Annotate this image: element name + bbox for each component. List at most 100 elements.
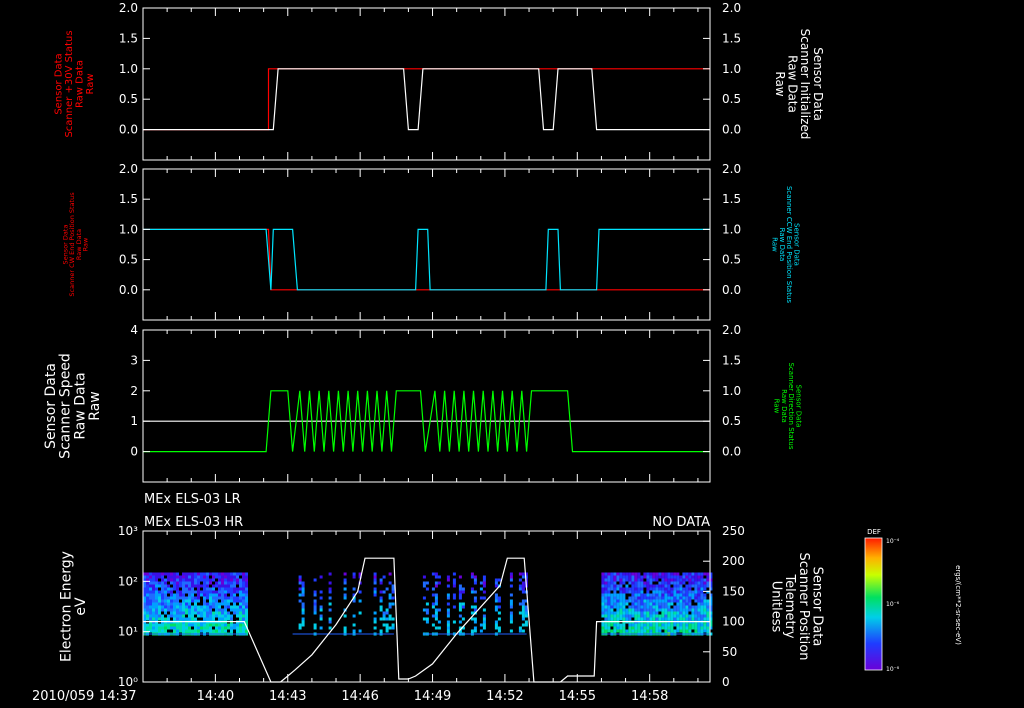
spectrogram-cell bbox=[637, 626, 641, 630]
spectrogram-cell bbox=[616, 614, 620, 618]
spectrogram-cell bbox=[194, 581, 197, 585]
spectrogram-cell bbox=[607, 590, 611, 594]
spectrogram-cell bbox=[616, 623, 620, 627]
spectrogram-cell bbox=[694, 608, 698, 612]
spectrogram-cell bbox=[494, 584, 498, 588]
spectrogram-cell bbox=[188, 629, 191, 633]
spectrogram-cell bbox=[200, 608, 203, 612]
no-data-label: NO DATA bbox=[652, 515, 710, 530]
right-axis-title-line: Raw bbox=[773, 71, 787, 96]
spectrogram-cell bbox=[197, 596, 200, 600]
spectrogram-cell bbox=[301, 608, 305, 612]
spectrogram-cell bbox=[679, 581, 683, 585]
spectrogram-cell bbox=[298, 599, 302, 603]
spectrogram-cell bbox=[164, 617, 167, 621]
spectrogram-cell bbox=[646, 587, 650, 591]
spectrogram-cell bbox=[452, 578, 456, 582]
spectrogram-cell bbox=[694, 584, 698, 588]
spectrogram-cell bbox=[661, 572, 665, 576]
spectrogram-cell bbox=[230, 593, 233, 597]
spectrogram-cell bbox=[446, 602, 450, 606]
spectrogram-cell bbox=[239, 614, 242, 618]
spectrogram-cell bbox=[452, 584, 456, 588]
spectrogram-cell bbox=[676, 599, 680, 603]
spectrogram-cell bbox=[640, 626, 644, 630]
spectrogram-cell bbox=[379, 629, 383, 633]
spectrogram-cell bbox=[227, 584, 230, 588]
spectrogram-cell bbox=[215, 584, 218, 588]
spectrogram-cell bbox=[176, 587, 179, 591]
spectrogram-cell bbox=[242, 608, 245, 612]
spectrogram-cell bbox=[628, 608, 632, 612]
spectrogram-cell bbox=[194, 605, 197, 609]
spectrogram-cell bbox=[664, 590, 668, 594]
spectrogram-cell bbox=[191, 617, 194, 621]
spectrogram-cell bbox=[431, 614, 435, 618]
spectrogram-cell bbox=[655, 611, 659, 615]
spectrogram-cell bbox=[631, 593, 635, 597]
spectrogram-cell bbox=[230, 581, 233, 585]
spectrogram-cell bbox=[164, 623, 167, 627]
spectrogram-cell bbox=[667, 629, 671, 633]
spectrogram-cell bbox=[649, 587, 653, 591]
panel-frame bbox=[142, 329, 711, 483]
spectrogram-cell bbox=[682, 629, 686, 633]
spectrogram-cell bbox=[652, 593, 656, 597]
spectrogram-cell bbox=[203, 626, 206, 630]
spectrogram-cell bbox=[203, 602, 206, 606]
spectrogram-cell bbox=[352, 587, 356, 591]
spectrogram-cell bbox=[197, 572, 200, 576]
spectrogram-cell bbox=[637, 599, 641, 603]
spectrogram-cell bbox=[221, 614, 224, 618]
spectrogram-cell bbox=[604, 587, 608, 591]
spectrogram-cell bbox=[667, 611, 671, 615]
spectrogram-cell bbox=[697, 572, 701, 576]
spectrogram-cell bbox=[664, 572, 668, 576]
spectrogram-cell bbox=[230, 614, 233, 618]
spectrogram-cell bbox=[155, 614, 158, 618]
spectrogram-cell bbox=[613, 605, 617, 609]
spectrogram-cell bbox=[673, 617, 677, 621]
spectrogram-cell bbox=[682, 587, 686, 591]
spectrogram-cell bbox=[676, 581, 680, 585]
spectrogram-cell bbox=[616, 578, 620, 582]
spectrogram-cell bbox=[434, 602, 438, 606]
spectrogram-cell bbox=[706, 611, 710, 615]
spectrogram-cell bbox=[373, 575, 377, 579]
spectrogram-cell bbox=[319, 596, 323, 600]
spectrogram-cell bbox=[688, 593, 692, 597]
spectrogram-cell bbox=[373, 581, 377, 585]
spectrogram-cell bbox=[185, 587, 188, 591]
spectrogram-cell bbox=[667, 617, 671, 621]
spectrogram-cell bbox=[706, 608, 710, 612]
spectrogram-cell bbox=[640, 617, 644, 621]
spectrogram-cell bbox=[688, 608, 692, 612]
spectrogram-cell bbox=[158, 626, 161, 630]
spectrogram-cell bbox=[610, 623, 614, 627]
spectrogram-cell bbox=[182, 578, 185, 582]
spectrogram-cell bbox=[233, 605, 236, 609]
spectrogram-cell bbox=[482, 581, 486, 585]
right-axis-title: Sensor DataScanner InitializedRaw DataRa… bbox=[773, 29, 825, 140]
spectrogram-cell bbox=[206, 602, 209, 606]
right-tick-label: 0.5 bbox=[722, 414, 741, 428]
left-axis-title: Electron EnergyeV bbox=[58, 551, 89, 662]
spectrogram-cell bbox=[170, 587, 173, 591]
spectrogram-cell bbox=[521, 599, 525, 603]
spectrogram-cell bbox=[203, 617, 206, 621]
right-axis-title-line: Raw bbox=[771, 237, 779, 252]
spectrogram-cell bbox=[604, 590, 608, 594]
spectrogram-cell bbox=[313, 611, 317, 615]
spectrogram-cell bbox=[197, 623, 200, 627]
spectrogram-cell bbox=[242, 611, 245, 615]
spectrogram-cell bbox=[670, 581, 674, 585]
spectrogram-cell bbox=[236, 572, 239, 576]
spectrogram-cell bbox=[703, 584, 707, 588]
spectrogram-cell bbox=[637, 572, 641, 576]
spectrogram-cell bbox=[700, 599, 704, 603]
spectrogram-cell bbox=[601, 596, 605, 600]
spectrogram-cell bbox=[170, 575, 173, 579]
spectrogram-cell bbox=[482, 626, 486, 630]
spectrogram-cell bbox=[461, 617, 465, 621]
spectrogram-cell bbox=[245, 593, 248, 597]
